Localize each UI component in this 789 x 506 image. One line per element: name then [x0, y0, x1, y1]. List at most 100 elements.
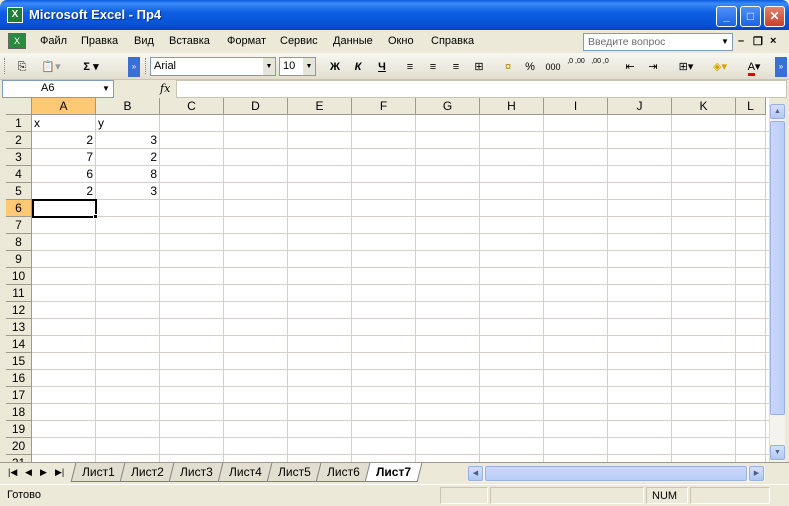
vertical-scrollbar[interactable]: ▲ ▼	[769, 104, 785, 462]
name-box[interactable]: A6 ▼	[2, 80, 114, 98]
vertical-scroll-thumb[interactable]	[770, 121, 785, 415]
last-sheet-icon[interactable]: ▶|	[55, 467, 64, 478]
menu-insert[interactable]: Вставка	[169, 35, 210, 47]
toolbar-grip[interactable]	[4, 58, 7, 74]
row-header-6[interactable]: 6	[6, 200, 32, 217]
prev-sheet-icon[interactable]: ◀	[25, 467, 32, 478]
fill-color-icon[interactable]: ◈▾	[705, 57, 735, 77]
row-header-17[interactable]: 17	[6, 387, 32, 404]
workbook-icon[interactable]: X	[8, 33, 26, 49]
row-header-19[interactable]: 19	[6, 421, 32, 438]
thousands-button[interactable]: 000	[542, 57, 564, 77]
row-header-16[interactable]: 16	[6, 370, 32, 387]
row-header-21[interactable]: 21	[6, 455, 32, 462]
increase-indent-icon[interactable]: ⇥	[643, 57, 663, 77]
menu-format[interactable]: Формат	[227, 35, 266, 47]
toolbar-options-icon[interactable]: »	[128, 57, 140, 77]
next-sheet-icon[interactable]: ▶	[40, 467, 47, 478]
column-header-e[interactable]: E	[288, 98, 352, 115]
font-name-select[interactable]: Arial ▼	[150, 57, 276, 76]
insert-function-icon[interactable]: fx	[160, 82, 170, 95]
row-header-10[interactable]: 10	[6, 268, 32, 285]
workbook-close-button[interactable]: ×	[770, 35, 776, 47]
workbook-minimize-button[interactable]: –	[738, 35, 744, 47]
scroll-right-icon[interactable]: ▶	[749, 466, 764, 481]
column-header-b[interactable]: B	[96, 98, 160, 115]
row-header-18[interactable]: 18	[6, 404, 32, 421]
close-button[interactable]: ✕	[764, 6, 785, 27]
toolbar-grip-2[interactable]	[145, 58, 148, 74]
spreadsheet-grid[interactable]: A B C D E F G H I J K L 1 2 3 4 5 6 7 8 9 10 11 12 13 14 15 16 17 18 1…	[6, 98, 769, 462]
sheet-tab-7[interactable]: Лист7	[364, 463, 423, 482]
column-header-i[interactable]: I	[544, 98, 608, 115]
cell-a2[interactable]: 2	[32, 132, 95, 149]
row-header-14[interactable]: 14	[6, 336, 32, 353]
scroll-down-icon[interactable]: ▼	[770, 445, 785, 460]
row-header-1[interactable]: 1	[6, 115, 32, 132]
chevron-down-icon[interactable]: ▼	[303, 58, 315, 75]
cell-b2[interactable]: 3	[96, 132, 159, 149]
font-size-select[interactable]: 10 ▼	[279, 57, 316, 76]
sheet-tab-5[interactable]: Лист5	[266, 463, 323, 482]
cell-b4[interactable]: 8	[96, 166, 159, 183]
underline-button[interactable]: Ч	[372, 57, 392, 77]
merge-center-icon[interactable]: ⊞	[469, 57, 489, 77]
column-header-a[interactable]: A	[32, 98, 96, 115]
row-header-4[interactable]: 4	[6, 166, 32, 183]
row-header-15[interactable]: 15	[6, 353, 32, 370]
row-header-12[interactable]: 12	[6, 302, 32, 319]
workbook-restore-button[interactable]: ❐	[753, 35, 763, 48]
row-header-13[interactable]: 13	[6, 319, 32, 336]
row-header-7[interactable]: 7	[6, 217, 32, 234]
menu-file[interactable]: Файл	[40, 35, 67, 47]
bold-button[interactable]: Ж	[325, 57, 345, 77]
row-header-9[interactable]: 9	[6, 251, 32, 268]
help-search-input[interactable]: Введите вопрос ▼	[583, 33, 733, 51]
active-cell-selection[interactable]	[32, 199, 97, 218]
sheet-tab-2[interactable]: Лист2	[119, 463, 176, 482]
menu-tools[interactable]: Сервис	[280, 35, 318, 47]
menu-window[interactable]: Окно	[388, 35, 414, 47]
font-color-button[interactable]: A▾	[739, 57, 769, 77]
formula-input[interactable]	[176, 80, 787, 98]
menu-edit[interactable]: Правка	[81, 35, 118, 47]
paste-icon[interactable]: 📋▾	[36, 57, 66, 77]
cell-b3[interactable]: 2	[96, 149, 159, 166]
copy-icon[interactable]: ⎘	[12, 57, 32, 77]
menu-view[interactable]: Вид	[134, 35, 154, 47]
menu-data[interactable]: Данные	[333, 35, 373, 47]
sheet-tab-1[interactable]: Лист1	[70, 463, 127, 482]
currency-icon[interactable]: ¤	[498, 57, 518, 77]
toolbar-options-icon-2[interactable]: »	[775, 57, 787, 77]
column-header-j[interactable]: J	[608, 98, 672, 115]
cell-a5[interactable]: 2	[32, 183, 95, 200]
scroll-up-icon[interactable]: ▲	[770, 104, 785, 119]
column-header-k[interactable]: K	[672, 98, 736, 115]
autosum-button[interactable]: Σ ▾	[76, 57, 106, 77]
excel-icon[interactable]: X	[7, 7, 23, 23]
chevron-down-icon[interactable]: ▼	[99, 81, 113, 97]
sheet-tab-6[interactable]: Лист6	[315, 463, 372, 482]
align-left-icon[interactable]: ≡	[400, 57, 420, 77]
borders-icon[interactable]: ⊞▾	[671, 57, 701, 77]
cell-a4[interactable]: 6	[32, 166, 95, 183]
row-header-8[interactable]: 8	[6, 234, 32, 251]
fill-handle[interactable]	[93, 214, 98, 219]
row-header-20[interactable]: 20	[6, 438, 32, 455]
maximize-button[interactable]: □	[740, 6, 761, 27]
column-header-l[interactable]: L	[736, 98, 766, 115]
chevron-down-icon[interactable]: ▼	[263, 58, 275, 75]
italic-button[interactable]: К	[348, 57, 368, 77]
decrease-indent-icon[interactable]: ⇤	[620, 57, 640, 77]
menu-help[interactable]: Справка	[431, 35, 474, 47]
decrease-decimal-button[interactable]: ,00 ,0	[589, 57, 611, 77]
cell-a1[interactable]: x	[32, 115, 95, 132]
column-header-h[interactable]: H	[480, 98, 544, 115]
row-header-2[interactable]: 2	[6, 132, 32, 149]
minimize-button[interactable]: _	[716, 6, 737, 27]
align-center-icon[interactable]: ≡	[423, 57, 443, 77]
column-header-c[interactable]: C	[160, 98, 224, 115]
sheet-tab-4[interactable]: Лист4	[217, 463, 274, 482]
horizontal-scroll-thumb[interactable]	[485, 466, 747, 481]
percent-button[interactable]: %	[520, 57, 540, 77]
